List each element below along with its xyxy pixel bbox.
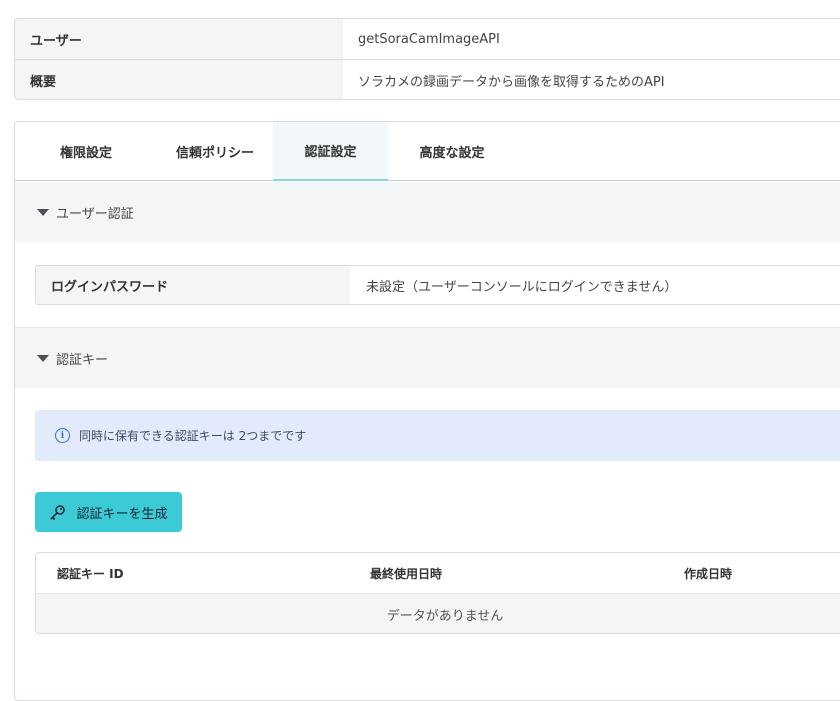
password-value: 未設定（ユーザーコンソールにログインできません） <box>366 279 678 295</box>
tab-auth-settings[interactable]: 認証設定 <box>273 122 388 181</box>
section-title: 認証キー <box>56 352 109 368</box>
caret-down-icon <box>37 354 49 362</box>
summary-row-user: ユーザー getSoraCamImageAPI <box>15 19 840 60</box>
user-summary-table: ユーザー getSoraCamImageAPI 概要 ソラカメの録画データから画… <box>14 18 840 100</box>
key-icon <box>50 504 66 520</box>
column-header-created[interactable]: 作成日時 <box>684 553 732 594</box>
caret-down-icon <box>37 208 49 216</box>
section-title: ユーザー認証 <box>56 206 134 222</box>
tab-advanced-settings[interactable]: 高度な設定 <box>388 122 516 181</box>
table-header: 認証キー ID 最終使用日時 作成日時 <box>36 553 840 594</box>
settings-panel: 権限設定 信頼ポリシー 認証設定 高度な設定 ユーザー認証 ログインパスワード … <box>14 121 840 701</box>
summary-row-description: 概要 ソラカメの録画データから画像を取得するためのAPI <box>15 60 840 99</box>
user-auth-section-header[interactable]: ユーザー認証 <box>15 182 840 242</box>
tab-trust-policy[interactable]: 信頼ポリシー <box>157 122 273 181</box>
summary-label: 概要 <box>15 60 343 99</box>
column-header-last-used[interactable]: 最終使用日時 <box>370 553 442 594</box>
summary-label: ユーザー <box>15 19 343 59</box>
login-password-row: ログインパスワード 未設定（ユーザーコンソールにログインできません） <box>35 265 840 305</box>
column-header-key-id[interactable]: 認証キー ID <box>57 553 124 594</box>
password-label: ログインパスワード <box>36 266 350 304</box>
auth-keys-section-header[interactable]: 認証キー <box>15 328 840 388</box>
info-alert: i 同時に保有できる認証キーは 2つまでです <box>35 410 840 461</box>
auth-keys-table: 認証キー ID 最終使用日時 作成日時 データがありません <box>35 552 840 634</box>
tab-bar: 権限設定 信頼ポリシー 認証設定 高度な設定 <box>15 122 840 181</box>
summary-value: getSoraCamImageAPI <box>358 31 500 47</box>
tab-permissions[interactable]: 権限設定 <box>15 122 157 181</box>
generate-auth-key-button[interactable]: 認証キーを生成 <box>35 492 182 532</box>
generate-button-label: 認証キーを生成 <box>76 506 168 522</box>
empty-state: データがありません <box>36 594 840 633</box>
summary-value: ソラカメの録画データから画像を取得するためのAPI <box>358 74 665 90</box>
info-text: 同時に保有できる認証キーは 2つまでです <box>79 429 307 443</box>
info-icon: i <box>55 428 70 443</box>
